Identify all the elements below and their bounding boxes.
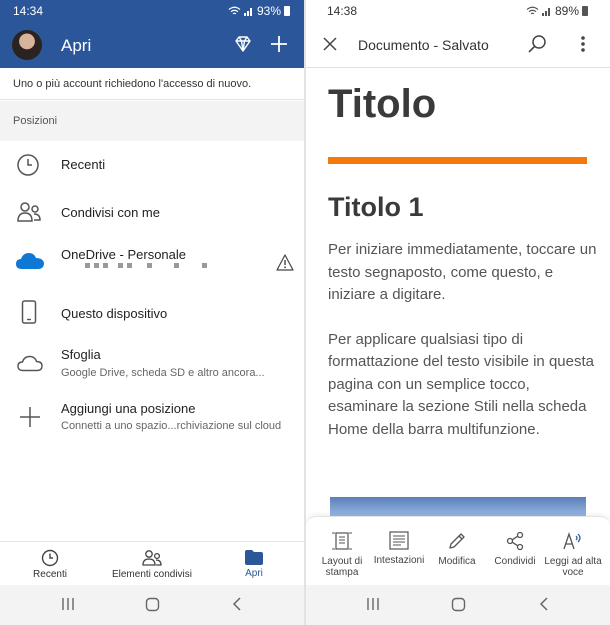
section-header: Posizioni — [0, 101, 304, 141]
onedrive-cloud-icon — [16, 253, 44, 269]
battery-icon — [284, 6, 290, 16]
location-shared[interactable]: Condivisi con me — [0, 188, 304, 235]
location-browse[interactable]: Sfoglia Google Drive, scheda SD e altro … — [0, 336, 304, 391]
status-time: 14:38 — [327, 4, 358, 18]
clock-icon — [17, 154, 39, 176]
back-icon[interactable] — [539, 597, 549, 611]
phone-icon — [21, 300, 37, 324]
plus-icon — [20, 407, 40, 427]
system-nav-bar — [0, 585, 304, 625]
home-icon[interactable] — [145, 597, 160, 612]
people-icon — [142, 550, 162, 566]
people-icon — [17, 202, 41, 222]
status-time: 14:34 — [13, 4, 44, 18]
back-icon[interactable] — [232, 597, 242, 611]
warning-icon[interactable] — [276, 254, 294, 271]
edit-button[interactable]: Modifica — [427, 517, 487, 567]
location-label: OneDrive - Personale — [61, 247, 186, 262]
recent-apps-icon[interactable] — [366, 597, 380, 611]
document-body[interactable]: Titolo Titolo 1 Per iniziare immediatame… — [328, 68, 598, 441]
status-bar: 14:38 89% — [306, 0, 610, 22]
open-screen: 14:34 93% Apri Uno o più account richied… — [0, 0, 304, 625]
toolbar-label: Modifica — [438, 556, 476, 567]
location-label: Questo dispositivo — [61, 306, 168, 321]
status-bar: 14:34 93% — [0, 0, 304, 22]
document-paragraph[interactable]: Per applicare qualsiasi tipo di formatta… — [328, 329, 598, 442]
nav-label: Apri — [245, 568, 263, 579]
document-screen: 14:38 89% Documento - Salvato Titolo Tit… — [306, 0, 610, 625]
document-paragraph[interactable]: Per iniziare immediatamente, toccare un … — [328, 239, 598, 307]
signal-icon — [541, 8, 550, 16]
toolbar-label: Intestazioni — [373, 555, 425, 566]
close-icon[interactable] — [323, 37, 337, 51]
page-title: Apri — [61, 36, 92, 55]
battery-level: 89% — [554, 4, 579, 18]
nav-recent[interactable]: Recenti — [20, 542, 80, 586]
wifi-icon — [228, 6, 241, 15]
nav-label: Recenti — [33, 569, 67, 580]
pencil-icon — [449, 533, 465, 549]
system-nav-bar — [306, 585, 610, 625]
cloud-outline-icon — [17, 355, 43, 372]
clock-icon — [41, 549, 59, 567]
share-icon — [506, 531, 524, 551]
nav-shared[interactable]: Elementi condivisi — [102, 542, 202, 586]
location-add[interactable]: Aggiungi una posizione Connetti a uno sp… — [0, 391, 304, 444]
location-sublabel: Connetti a uno spazio...rchiviazione sul… — [61, 420, 282, 432]
more-options-icon[interactable] — [580, 35, 586, 53]
home-icon[interactable] — [451, 597, 466, 612]
avatar[interactable] — [12, 30, 42, 60]
read-aloud-icon — [563, 531, 581, 550]
print-layout-button[interactable]: Layout di stampa — [312, 517, 372, 578]
location-label: Sfoglia — [61, 347, 101, 362]
document-heading-title[interactable]: Titolo — [328, 82, 598, 127]
bottom-nav: Recenti Elementi condivisi Apri — [0, 541, 304, 585]
toolbar-label: Layout di stampa — [321, 556, 363, 578]
location-label: Recenti — [61, 157, 106, 172]
location-onedrive[interactable]: OneDrive - Personale — [0, 235, 304, 288]
document-title: Documento - Salvato — [358, 37, 489, 53]
share-button[interactable]: Condividi — [485, 517, 545, 567]
wifi-icon — [526, 6, 539, 15]
nav-open[interactable]: Apri — [224, 542, 284, 586]
location-sublabel: Google Drive, scheda SD e altro ancora..… — [61, 367, 265, 379]
diamond-icon[interactable] — [233, 34, 253, 54]
add-icon[interactable] — [270, 35, 288, 53]
print-layout-icon — [332, 532, 352, 550]
location-recent[interactable]: Recenti — [0, 141, 304, 188]
account-notice[interactable]: Uno o più account richiedono l'accesso d… — [0, 68, 304, 100]
headings-button[interactable]: Intestazioni — [369, 517, 429, 566]
headings-icon — [389, 531, 409, 550]
toolbar-label: Leggi ad alta voce — [544, 556, 602, 578]
document-header: Documento - Salvato — [306, 22, 610, 68]
nav-label: Elementi condivisi — [111, 569, 193, 580]
toolbar-label: Condividi — [494, 556, 536, 567]
recent-apps-icon[interactable] — [61, 597, 75, 611]
location-label: Aggiungi una posizione — [61, 401, 196, 416]
folder-icon — [245, 550, 263, 565]
location-device[interactable]: Questo dispositivo — [0, 288, 304, 336]
signal-icon — [243, 8, 252, 16]
battery-icon — [582, 6, 588, 16]
document-toolbar: Layout di stampa Intestazioni Modifica C… — [306, 516, 610, 584]
location-label: Condivisi con me — [61, 205, 160, 220]
accent-rule — [328, 157, 587, 164]
app-header: Apri — [0, 22, 304, 68]
search-icon[interactable] — [527, 34, 547, 54]
battery-level: 93% — [256, 4, 281, 18]
read-aloud-button[interactable]: Leggi ad alta voce — [543, 517, 603, 578]
document-heading-1[interactable]: Titolo 1 — [328, 192, 598, 223]
